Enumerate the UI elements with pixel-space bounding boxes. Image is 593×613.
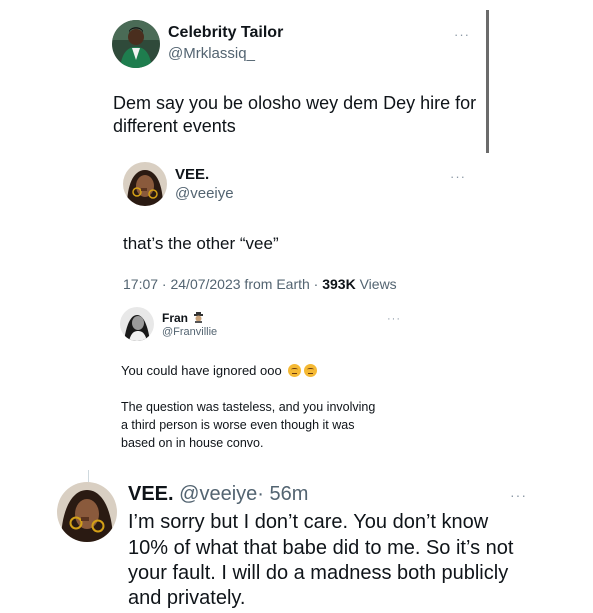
tweet4-header: VEE. @veeiye· 56m <box>128 483 308 506</box>
tweet2-timestamp[interactable]: 17:07 · 24/07/2023 from Earth · <box>123 276 322 292</box>
tweet1-more-button[interactable]: ··· <box>454 28 470 41</box>
unamused-face-icon <box>288 364 302 377</box>
tweet4-line2: 10% of what that babe did to me. So it’s… <box>128 537 514 559</box>
tweet4-line3: your fault. I will do a madness both pub… <box>128 562 509 584</box>
tweet3-para2-line1: The question was tasteless, and you invo… <box>121 400 376 414</box>
tweet3-display-name[interactable]: Fran <box>162 311 204 325</box>
thread-line <box>88 470 89 482</box>
tweet4-line1: I’m sorry but I don’t care. You don’t kn… <box>128 511 489 533</box>
tweet3-line1-text: You could have ignored ooo <box>121 363 282 378</box>
avatar-fran[interactable] <box>120 307 154 341</box>
tweet3-para2-line2: a third person is worse even though it w… <box>121 418 355 432</box>
tweet1-handle[interactable]: @Mrklassiq_ <box>168 45 255 62</box>
detective-icon <box>193 312 204 323</box>
tweet3-display-name-text: Fran <box>162 311 189 325</box>
tweet2-more-button[interactable]: ··· <box>450 170 466 183</box>
tweet2-views-label: Views <box>355 276 397 292</box>
unamused-face-icon <box>304 364 318 377</box>
tweet2-meta: 17:07 · 24/07/2023 from Earth · 393K Vie… <box>123 276 397 292</box>
tweet4-line4: and privately. <box>128 587 246 609</box>
tweet4-time[interactable]: · 56m <box>257 483 308 505</box>
tweet1-text-line2: different events <box>113 116 236 136</box>
avatar-celebrity-tailor[interactable] <box>112 20 160 68</box>
avatar-vee-reply[interactable] <box>57 482 117 542</box>
tweet2-text: that’s the other “vee” <box>123 234 279 253</box>
tweet1-text-line1: Dem say you be olosho wey dem Dey hire f… <box>113 93 477 113</box>
tweet3-line1: You could have ignored ooo <box>121 363 318 378</box>
tweet3-more-button[interactable]: ··· <box>387 314 401 325</box>
tweet3-handle[interactable]: @Franvillie <box>162 326 217 338</box>
tweet1-display-name[interactable]: Celebrity Tailor <box>168 24 283 42</box>
avatar-vee[interactable] <box>123 162 167 206</box>
tweet4-display-name[interactable]: VEE. <box>128 483 174 505</box>
scrollbar-thumb[interactable] <box>486 10 489 153</box>
tweet3-para2-line3: based on in house convo. <box>121 436 264 450</box>
tweet2-views-count: 393K <box>322 276 356 292</box>
tweet4-more-button[interactable]: ··· <box>510 488 527 502</box>
tweet2-handle[interactable]: @veeiye <box>175 185 234 202</box>
tweet4-handle[interactable]: @veeiye <box>179 483 257 505</box>
tweet2-display-name[interactable]: VEE. <box>175 166 209 183</box>
